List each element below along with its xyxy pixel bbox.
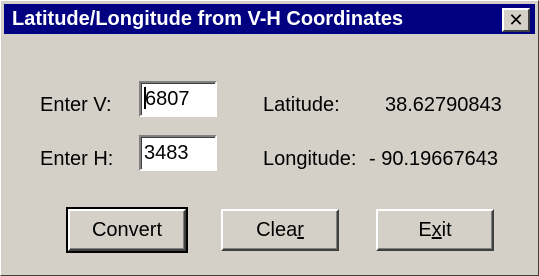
exit-button-mnemonic: x <box>431 219 442 241</box>
enter-h-label: Enter H: <box>40 148 114 170</box>
longitude-value: - 90.19667643 <box>369 148 499 170</box>
title-bar[interactable]: Latitude/Longitude from V-H Coordinates … <box>4 4 535 34</box>
enter-v-label: Enter V: <box>40 94 112 116</box>
dialog-client-area: Enter V: 6807 Latitude: 38.62790843 Ente… <box>4 37 535 273</box>
convert-button-label: Convert <box>91 219 163 241</box>
exit-button-label-suffix: it <box>441 219 452 241</box>
h-input[interactable]: 3483 <box>139 135 217 171</box>
latitude-value: 38.62790843 <box>385 94 502 116</box>
h-input-value: 3483 <box>144 142 189 164</box>
dialog-window: Latitude/Longitude from V-H Coordinates … <box>0 0 539 276</box>
latitude-label: Latitude: <box>263 94 340 116</box>
exit-button-label-prefix: E <box>418 219 432 241</box>
close-icon: ✕ <box>508 9 524 31</box>
clear-button-label-prefix: Clea <box>256 219 298 241</box>
clear-button[interactable]: Clear <box>221 209 339 251</box>
window-title: Latitude/Longitude from V-H Coordinates <box>12 8 404 30</box>
v-input-value: 6807 <box>145 88 190 110</box>
close-button[interactable]: ✕ <box>502 8 530 32</box>
convert-button[interactable]: Convert <box>66 207 188 253</box>
longitude-label: Longitude: <box>263 148 357 170</box>
exit-button[interactable]: Exit <box>376 209 494 251</box>
clear-button-mnemonic: r <box>297 219 304 241</box>
v-input[interactable]: 6807 <box>139 81 217 117</box>
